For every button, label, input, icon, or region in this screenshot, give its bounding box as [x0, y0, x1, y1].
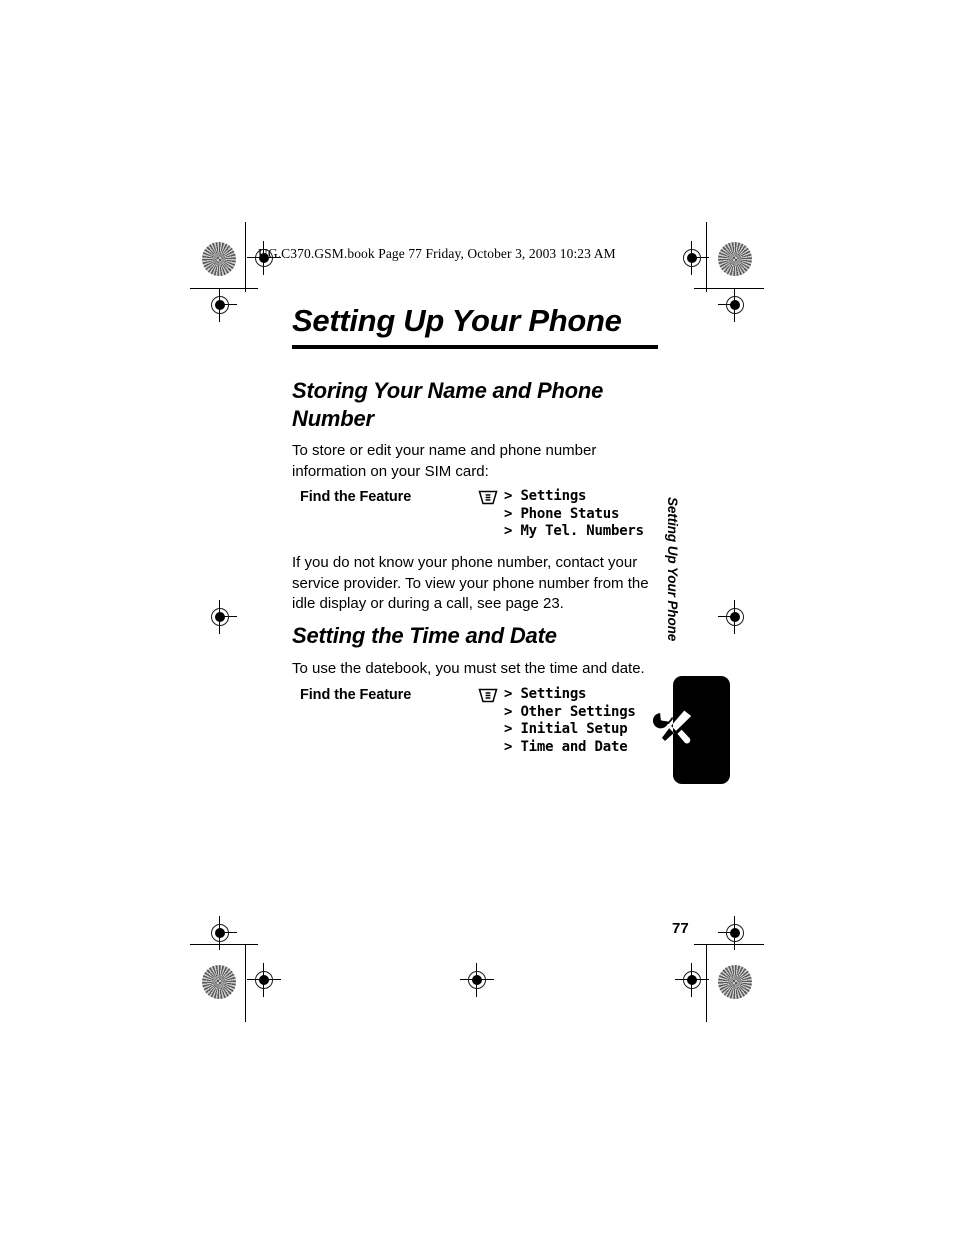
menu-path-line: > Other Settings: [504, 703, 636, 720]
trim-line-top-right: [694, 288, 764, 290]
section-heading-storing: Storing Your Name and Phone Number: [292, 378, 604, 431]
paragraph-datebook-intro: To use the datebook, you must set the ti…: [292, 660, 645, 677]
halftone-target-bottom-right: [718, 965, 752, 999]
trim-line-right-bottom: [706, 944, 708, 1022]
menu-path-line: > Phone Status: [504, 505, 620, 522]
menu-path-line: > Initial Setup: [504, 721, 628, 737]
trim-line-right-top: [706, 222, 708, 292]
menu-path-line: > Settings: [504, 488, 587, 504]
registration-mark-bottom-left: [247, 963, 281, 997]
menu-path-time-and-date: > Settings > Other Settings > Initial Se…: [478, 686, 636, 756]
trim-line-left-bottom: [245, 944, 247, 1022]
menu-key-icon: [478, 688, 498, 703]
document-page: UG.C370.GSM.book Page 77 Friday, October…: [0, 0, 954, 1235]
find-the-feature-label: Find the Feature: [300, 489, 412, 505]
registration-mark-middle-right: [718, 600, 752, 634]
menu-path-storing: > Settings > Phone Status > My Tel. Numb…: [478, 488, 644, 541]
menu-path-lines-time-and-date: > Settings > Other Settings > Initial Se…: [504, 686, 636, 756]
halftone-target-top-left: [202, 242, 236, 276]
wrench-screwdriver-icon: [648, 704, 700, 760]
find-the-feature-label: Find the Feature: [300, 687, 412, 703]
halftone-target-bottom-left: [202, 965, 236, 999]
paragraph-store-intro: To store or edit your name and phone num…: [292, 442, 597, 480]
page-title: Setting Up Your Phone: [292, 303, 622, 338]
paragraph-phone-number-note: If you do not know your phone number, co…: [292, 554, 649, 612]
registration-mark-bottom-center: [460, 963, 494, 997]
menu-path-lines-storing: > Settings > Phone Status > My Tel. Numb…: [504, 488, 644, 541]
trim-line-left-top: [245, 222, 247, 292]
trim-line-bottom-left: [190, 944, 258, 946]
trim-line-top-left: [190, 288, 258, 290]
registration-mark-bottom-right: [675, 963, 709, 997]
side-tab-label: Setting Up Your Phone: [665, 497, 680, 642]
registration-mark-upper-left-margin: [203, 288, 237, 322]
menu-path-line: > Time and Date: [504, 738, 628, 755]
halftone-target-top-right: [718, 242, 752, 276]
page-number: 77: [672, 920, 689, 937]
book-header-line: UG.C370.GSM.book Page 77 Friday, October…: [258, 246, 616, 261]
menu-path-line: > Settings: [504, 686, 587, 702]
registration-mark-middle-left: [203, 600, 237, 634]
registration-mark-upper-right-margin: [718, 288, 752, 322]
menu-key-icon: [478, 490, 498, 505]
section-heading-time-and-date: Setting the Time and Date: [292, 623, 557, 648]
registration-mark-top-right: [675, 241, 709, 275]
title-underline-rule: [292, 345, 658, 349]
menu-path-line: > My Tel. Numbers: [504, 523, 644, 539]
trim-line-bottom-right: [694, 944, 764, 946]
